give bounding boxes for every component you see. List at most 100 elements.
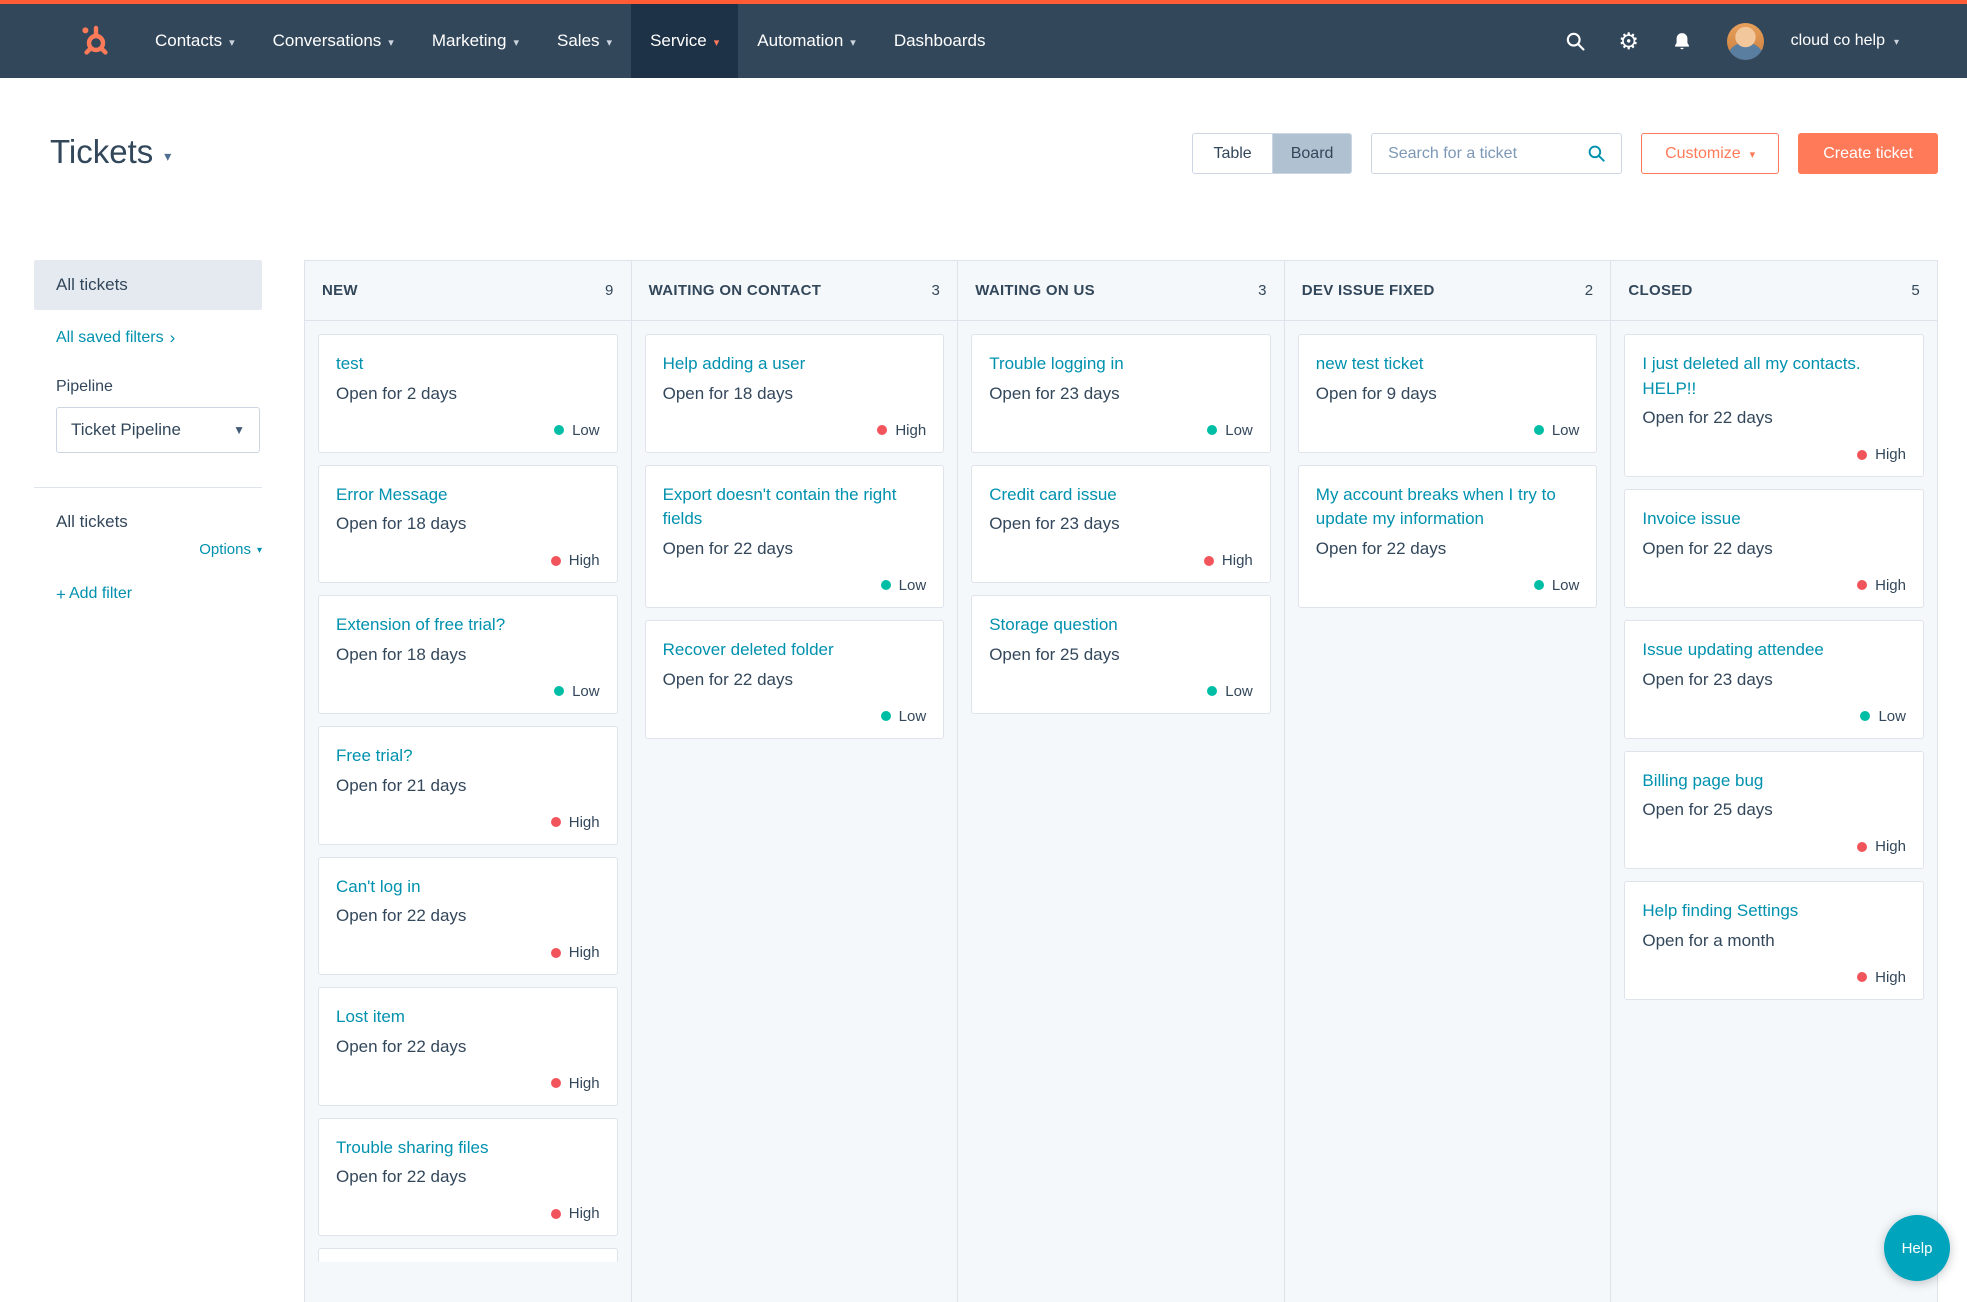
help-button[interactable]: Help [1884,1215,1950,1281]
priority-dot-icon [880,711,891,722]
ticket-card[interactable]: Recover deleted folder Open for 22 days … [644,619,945,739]
sidebar: All tickets All saved filters › Pipeline… [34,260,262,1302]
column-cards: I just deleted all my contacts. HELP!! O… [1611,321,1937,1302]
ticket-card[interactable]: Trouble logging in Open for 23 days Low [971,334,1271,453]
page-title: Tickets [50,133,154,170]
ticket-card[interactable]: Lost item Open for 22 days High [318,987,618,1106]
ticket-card[interactable]: Credit card issue Open for 23 days High [971,464,1271,584]
options-row: Options ▾ [34,541,262,558]
ticket-title-link[interactable]: I just deleted all my contacts. HELP!! [1642,352,1906,401]
ticket-title-link[interactable]: Error Message [336,483,600,508]
ticket-title-link[interactable]: Storage question [989,613,1253,638]
ticket-title-link[interactable]: Lost item [336,1005,600,1030]
options-menu[interactable]: Options ▾ [199,541,262,558]
ticket-card[interactable]: My account breaks when I try to update m… [1297,464,1598,608]
priority-label: Low [898,576,927,594]
ticket-title-link[interactable]: My account breaks when I try to update m… [1316,483,1580,532]
column-count: 9 [604,282,614,299]
ticket-card[interactable]: test Open for 2 days Low [318,334,618,453]
column-title: NEW [322,282,358,299]
ticket-title-link[interactable]: new test ticket [1316,352,1580,377]
ticket-card[interactable]: I just deleted all my contacts. HELP!! O… [1624,334,1924,478]
chevron-down-icon: ▾ [606,36,613,49]
priority-dot-icon [554,686,565,697]
ticket-card[interactable]: Export doesn't contain the right fields … [644,464,945,608]
chevron-down-icon: ▾ [1893,36,1899,48]
column-cards: test Open for 2 days Low Error Message O… [305,321,631,1302]
ticket-open-duration: Open for 22 days [662,538,794,558]
search-icon[interactable] [1563,28,1589,54]
priority-dot-icon [1207,686,1218,697]
pipeline-select[interactable]: Ticket Pipeline ▼ [56,407,260,453]
nav-item-automation[interactable]: Automation ▾ [738,4,875,78]
all-saved-filters-link[interactable]: All saved filters › [56,329,262,347]
ticket-title-link[interactable]: Trouble logging in [989,352,1253,377]
priority-label: High [1875,446,1906,464]
ticket-title-link[interactable]: Extension of free trial? [336,613,600,638]
ticket-open-duration: Open for 23 days [989,514,1120,534]
bell-icon[interactable] [1669,28,1695,54]
ticket-card[interactable]: Help adding a user Open for 18 days High [644,334,945,453]
ticket-title-link[interactable]: test [336,352,600,377]
avatar[interactable] [1726,22,1764,60]
column-title: WAITING ON CONTACT [648,282,822,299]
ticket-card[interactable]: Can't log in Open for 22 days High [318,856,618,976]
ticket-title-link[interactable]: Free trial? [336,744,600,769]
ticket-title-link[interactable]: Credit card issue [989,483,1253,508]
column-count: 2 [1584,282,1594,299]
ticket-card[interactable]: Billing page bug Open for 25 days High [1624,750,1924,870]
ticket-card[interactable]: Issue updating attendee Open for 23 days… [1624,619,1924,739]
ticket-card[interactable]: Free trial? Open for 21 days High [318,725,618,845]
sprocket-icon [82,25,108,55]
sidebar-item-all-tickets[interactable]: All tickets [34,260,262,310]
gear-icon[interactable]: ⚙ [1616,28,1642,54]
ticket-title-link[interactable]: Billing page bug [1642,769,1906,794]
ticket-card[interactable]: Invoice issue Open for 22 days High [1624,489,1924,608]
main-nav: Contacts ▾ Conversations ▾ Marketing ▾ Sales ▾ S… [136,4,1004,78]
ticket-title-link[interactable]: Help adding a user [663,352,927,377]
ticket-title-link[interactable]: Can't log in [336,875,600,900]
nav-item-sales[interactable]: Sales ▾ [538,4,631,78]
priority-dot-icon [550,947,561,958]
ticket-card[interactable]: Storage question Open for 25 days Low [971,595,1271,714]
nav-item-dashboards[interactable]: Dashboards [875,4,1005,78]
ticket-priority: High [336,814,600,831]
ticket-card[interactable]: Help finding Settings Open for a month H… [1624,881,1924,1000]
ticket-title-link[interactable]: Invoice issue [1642,507,1906,532]
priority-dot-icon [877,425,888,436]
board-column-dev-issue-fixed: DEV ISSUE FIXED 2 new test ticket Open f… [1284,261,1612,1302]
main-content: All tickets All saved filters › Pipeline… [0,260,1967,1302]
board-view-button[interactable]: Board [1272,134,1352,173]
column-header: CLOSED 5 [1611,261,1937,321]
create-ticket-button[interactable]: Create ticket [1798,133,1938,174]
priority-label: Low [1551,576,1580,594]
account-menu[interactable]: cloud co help ▾ [1791,32,1899,50]
ticket-title-link[interactable]: Export doesn't contain the right fields [663,483,927,532]
column-header: NEW 9 [305,261,631,321]
nav-item-service[interactable]: Service ▾ [631,4,739,78]
hubspot-logo[interactable] [78,4,112,78]
ticket-card[interactable]: new test ticket Open for 9 days Low [1297,334,1598,453]
add-filter-button[interactable]: + Add filter [56,585,262,603]
ticket-card[interactable]: Extension of free trial? Open for 18 day… [318,595,618,714]
ticket-card[interactable]: Error Message Open for 18 days High [318,464,618,584]
page-title-dropdown[interactable]: Tickets ▾ [50,133,171,171]
ticket-open-duration: Open for 9 days [1315,383,1437,403]
customize-button[interactable]: Customize ▾ [1641,133,1780,174]
priority-dot-icon [1533,580,1544,591]
ticket-title-link[interactable]: Issue updating attendee [1642,638,1906,663]
ticket-open-duration: Open for 25 days [989,644,1120,664]
ticket-card[interactable]: Trouble sharing files Open for 22 days H… [318,1117,618,1237]
ticket-search-input[interactable] [1386,143,1576,164]
search-icon[interactable] [1583,141,1609,167]
nav-item-contacts[interactable]: Contacts ▾ [136,4,254,78]
ticket-title-link[interactable]: Recover deleted folder [663,638,927,663]
ticket-title-link[interactable]: Trouble sharing files [336,1136,600,1161]
nav-item-conversations[interactable]: Conversations ▾ [254,4,413,78]
nav-item-marketing[interactable]: Marketing ▾ [413,4,538,78]
ticket-title-link[interactable]: Help finding Settings [1642,899,1906,924]
ticket-priority: High [1642,969,1906,986]
chevron-down-icon: ▾ [164,147,172,164]
ticket-card-partial[interactable] [318,1248,618,1263]
table-view-button[interactable]: Table [1193,134,1273,173]
